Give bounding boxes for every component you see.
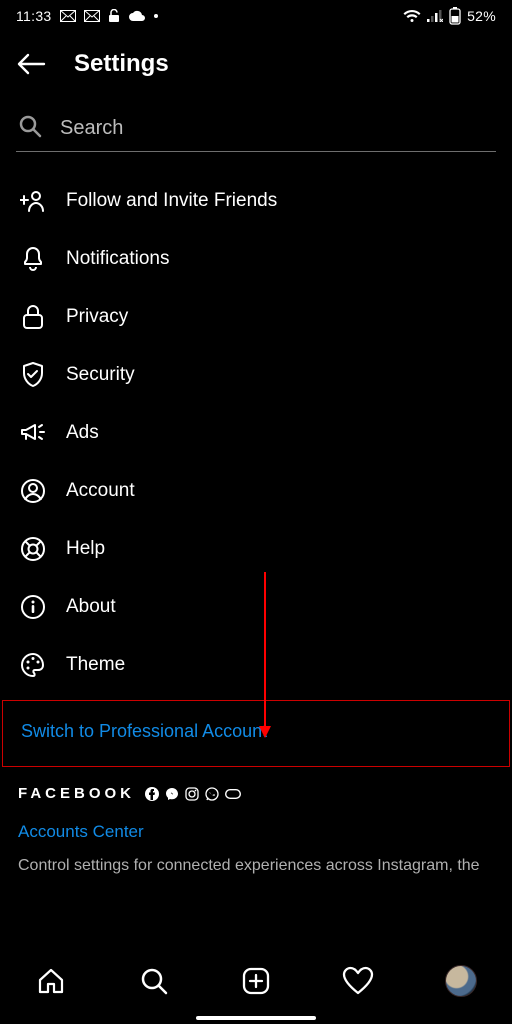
help-icon — [20, 536, 46, 562]
search-input[interactable] — [58, 116, 494, 141]
heart-icon — [342, 966, 374, 996]
home-indicator — [196, 1016, 316, 1020]
palette-icon — [20, 652, 46, 678]
facebook-brand-row: FACEBOOK — [18, 785, 494, 802]
menu-label: Security — [66, 364, 135, 386]
menu-label: Follow and Invite Friends — [66, 190, 277, 212]
bell-icon — [20, 246, 46, 272]
facebook-section: FACEBOOK Accounts Center Control setting… — [0, 767, 512, 877]
megaphone-icon — [20, 420, 46, 446]
annotation-arrow-icon — [264, 572, 266, 736]
avatar — [445, 965, 477, 997]
facebook-brand: FACEBOOK — [18, 785, 135, 802]
menu-label: Notifications — [66, 248, 170, 270]
menu-item-about[interactable]: About — [0, 578, 512, 636]
accounts-center-description: Control settings for connected experienc… — [18, 856, 494, 877]
menu-item-follow[interactable]: Follow and Invite Friends — [0, 172, 512, 230]
menu-item-help[interactable]: Help — [0, 520, 512, 578]
follow-icon — [20, 188, 46, 214]
menu-item-ads[interactable]: Ads — [0, 404, 512, 462]
status-time: 11:33 — [16, 8, 52, 24]
status-right: 52% — [403, 7, 496, 25]
settings-header: Settings — [0, 30, 512, 88]
account-icon — [20, 478, 46, 504]
menu-item-notifications[interactable]: Notifications — [0, 230, 512, 288]
oculus-icon — [225, 789, 241, 799]
mail-icon — [84, 10, 100, 22]
nav-profile[interactable] — [441, 961, 481, 1001]
nav-home[interactable] — [31, 961, 71, 1001]
nav-activity[interactable] — [338, 961, 378, 1001]
more-dot-icon — [154, 14, 158, 18]
search-icon — [139, 966, 169, 996]
cloud-icon — [128, 10, 146, 22]
fb-f-icon — [145, 787, 159, 801]
menu-item-privacy[interactable]: Privacy — [0, 288, 512, 346]
instagram-icon — [185, 787, 199, 801]
nav-search[interactable] — [134, 961, 174, 1001]
menu-item-theme[interactable]: Theme — [0, 636, 512, 694]
accounts-center-link[interactable]: Accounts Center — [18, 822, 494, 842]
menu-label: Privacy — [66, 306, 128, 328]
menu-label: Account — [66, 480, 135, 502]
plus-square-icon — [241, 966, 271, 996]
mail-icon — [60, 10, 76, 22]
status-bar: 11:33 52% — [0, 0, 512, 30]
menu-label: Theme — [66, 654, 125, 676]
wifi-icon — [403, 9, 421, 23]
settings-menu: Follow and Invite Friends Notifications … — [0, 158, 512, 694]
battery-icon — [449, 7, 461, 25]
search-icon — [18, 114, 42, 143]
info-icon — [20, 594, 46, 620]
arrow-left-icon — [16, 52, 46, 76]
facebook-brand-icons — [145, 787, 241, 801]
switch-professional-link[interactable]: Switch to Professional Account — [21, 721, 267, 741]
nav-create[interactable] — [236, 961, 276, 1001]
menu-label: Help — [66, 538, 105, 560]
menu-item-account[interactable]: Account — [0, 462, 512, 520]
menu-label: About — [66, 596, 116, 618]
lock-open-icon — [108, 9, 120, 23]
menu-item-security[interactable]: Security — [0, 346, 512, 404]
page-title: Settings — [74, 50, 169, 78]
menu-label: Ads — [66, 422, 99, 444]
status-left: 11:33 — [16, 8, 158, 24]
battery-percent: 52% — [467, 8, 496, 24]
switch-professional-row[interactable]: Switch to Professional Account — [2, 700, 510, 767]
back-button[interactable] — [16, 52, 46, 76]
home-icon — [36, 966, 66, 996]
signal-icon — [427, 10, 443, 22]
search-row[interactable] — [16, 114, 496, 152]
shield-icon — [20, 362, 46, 388]
lock-icon — [20, 304, 46, 330]
whatsapp-icon — [205, 787, 219, 801]
messenger-icon — [165, 787, 179, 801]
bottom-nav — [0, 944, 512, 1024]
